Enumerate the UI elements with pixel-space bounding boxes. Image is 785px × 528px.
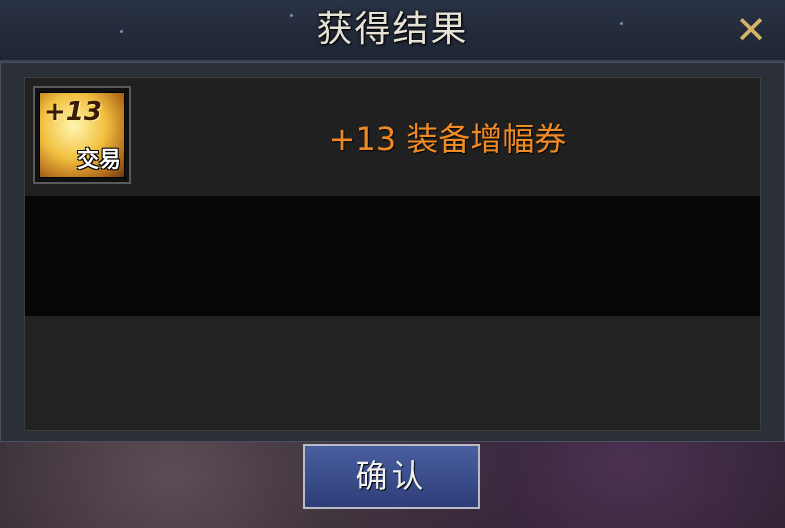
lower-area bbox=[25, 316, 760, 430]
reward-panel: +13 交易 +13 装备增幅券 bbox=[24, 77, 761, 431]
confirm-button[interactable]: 确认 bbox=[303, 444, 480, 509]
amplify-ticket-icon: +13 交易 bbox=[39, 92, 125, 178]
dialog-title-bar: 获得结果 ✕ bbox=[0, 0, 785, 62]
dialog-title: 获得结果 bbox=[316, 9, 469, 50]
item-slot[interactable]: +13 交易 bbox=[33, 86, 131, 184]
close-icon[interactable]: ✕ bbox=[730, 10, 772, 50]
result-dialog: 获得结果 ✕ +13 交易 +13 装备增幅券 bbox=[0, 0, 785, 442]
item-trade-tag: 交易 bbox=[76, 148, 121, 173]
reward-row: +13 交易 +13 装备增幅券 bbox=[25, 78, 760, 196]
item-name: +13 装备增幅券 bbox=[328, 120, 567, 158]
dialog-body: +13 交易 +13 装备增幅券 bbox=[0, 62, 785, 442]
item-icon-plus-text: +13 bbox=[44, 97, 102, 127]
dark-band bbox=[25, 196, 760, 316]
